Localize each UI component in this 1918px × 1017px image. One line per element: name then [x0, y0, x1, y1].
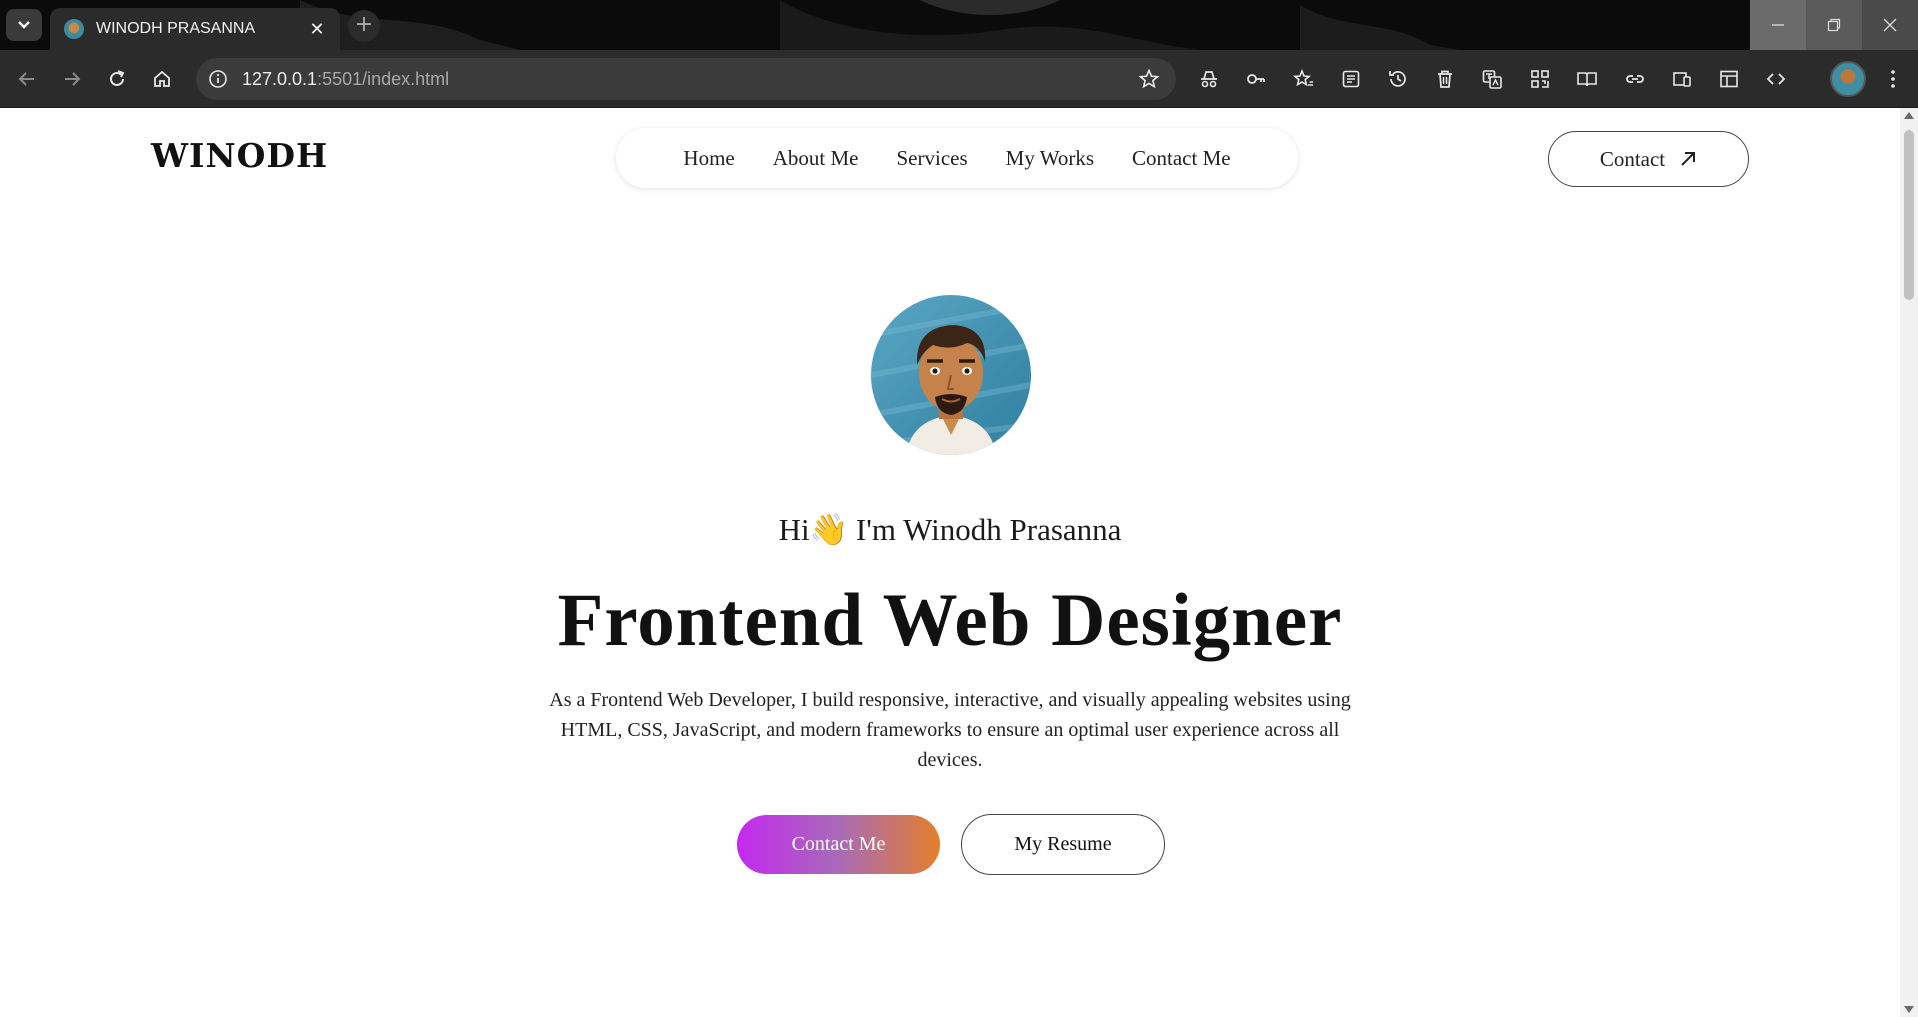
contact-button[interactable]: Contact [1548, 131, 1749, 187]
my-resume-button[interactable]: My Resume [961, 814, 1165, 875]
reader-mode-button[interactable] [1574, 66, 1600, 92]
star-list-icon [1293, 68, 1313, 87]
url-path: :5501/index.html [317, 69, 450, 89]
tab-title: WINODH PRASANNA [96, 20, 256, 37]
reload-icon [110, 70, 125, 86]
trash-icon [1438, 70, 1452, 88]
close-tab-icon[interactable]: ✕ [302, 19, 332, 40]
nav-contact-me[interactable]: Contact Me [1132, 146, 1231, 171]
new-tab-button[interactable]: + [348, 10, 380, 42]
minimize-button[interactable] [1750, 0, 1806, 50]
address-bar[interactable]: 127.0.0.1:5501/index.html [196, 58, 1176, 100]
bookmark-star-icon[interactable] [1138, 68, 1160, 90]
tab-search-button[interactable] [6, 9, 42, 41]
favicon-icon [64, 19, 84, 39]
hero-greeting: Hi👋 I'm Winodh Prasanna [778, 512, 1122, 547]
site-logo[interactable]: WINODH [151, 136, 328, 175]
contact-me-button[interactable]: Contact Me [737, 815, 940, 874]
qr-code-icon [1531, 70, 1549, 88]
reload-button[interactable] [104, 66, 130, 92]
minimize-icon [1772, 24, 1784, 26]
arrow-left-icon [18, 72, 34, 86]
main-nav: Home About Me Services My Works Contact … [616, 128, 1298, 188]
profile-picture [871, 295, 1031, 455]
contact-button-label: Contact [1599, 146, 1666, 171]
incognito-icon [1201, 71, 1217, 88]
more-vertical-icon [1891, 70, 1895, 88]
browser-toolbar: 127.0.0.1:5501/index.html [0, 50, 1918, 108]
translate-icon [1482, 70, 1502, 89]
url-text: 127.0.0.1:5501/index.html [242, 69, 449, 90]
home-icon [154, 70, 170, 87]
restore-icon [1827, 18, 1841, 32]
close-window-button[interactable] [1862, 0, 1918, 50]
passwords-button[interactable] [1243, 66, 1269, 92]
layout-button[interactable] [1716, 66, 1742, 92]
devices-icon [1673, 72, 1691, 87]
history-button[interactable] [1385, 66, 1411, 92]
restore-button[interactable] [1806, 0, 1862, 50]
copy-link-button[interactable] [1622, 66, 1648, 92]
nav-services[interactable]: Services [897, 146, 968, 171]
browser-titlebar: WINODH PRASANNA ✕ + [0, 0, 1918, 50]
url-host: 127.0.0.1 [242, 69, 318, 89]
clear-data-button[interactable] [1432, 66, 1458, 92]
scroll-up-arrow[interactable] [1904, 112, 1914, 119]
chevron-down-icon [18, 21, 30, 29]
close-icon [1883, 18, 1897, 32]
page-scrollbar[interactable] [1900, 108, 1918, 1017]
nav-home[interactable]: Home [683, 146, 734, 171]
nav-my-works[interactable]: My Works [1006, 146, 1094, 171]
devtools-button[interactable] [1763, 66, 1789, 92]
background-artwork [300, 0, 1460, 50]
layout-icon [1720, 70, 1738, 88]
arrow-right-icon [65, 72, 81, 86]
code-icon [1766, 73, 1786, 85]
incognito-extension-button[interactable] [1196, 66, 1222, 92]
link-icon [1626, 75, 1644, 83]
browser-menu-button[interactable] [1880, 66, 1906, 92]
forward-button[interactable] [59, 66, 85, 92]
back-button[interactable] [14, 66, 40, 92]
history-icon [1389, 71, 1406, 87]
scrollbar-thumb[interactable] [1904, 130, 1914, 300]
translate-button[interactable] [1479, 66, 1505, 92]
hero-description: As a Frontend Web Developer, I build res… [549, 689, 1351, 771]
home-button[interactable] [149, 66, 175, 92]
site-info-icon[interactable] [208, 69, 228, 89]
key-icon [1247, 74, 1265, 84]
qr-code-button[interactable] [1527, 66, 1553, 92]
list-icon [1342, 70, 1360, 88]
reading-list-button[interactable] [1338, 66, 1364, 92]
arrow-up-right-icon [1681, 152, 1696, 166]
browser-tab[interactable]: WINODH PRASANNA ✕ [50, 8, 340, 50]
nav-about-me[interactable]: About Me [773, 146, 859, 171]
favorites-button[interactable] [1291, 66, 1317, 92]
device-toolbar-button[interactable] [1669, 66, 1695, 92]
scroll-down-arrow[interactable] [1904, 1006, 1914, 1013]
page-viewport: WINODH Home About Me Services My Works C… [0, 108, 1900, 1017]
hero-headline: Frontend Web Designer [557, 579, 1343, 662]
profile-avatar[interactable] [1830, 61, 1866, 97]
book-open-icon [1577, 72, 1597, 87]
